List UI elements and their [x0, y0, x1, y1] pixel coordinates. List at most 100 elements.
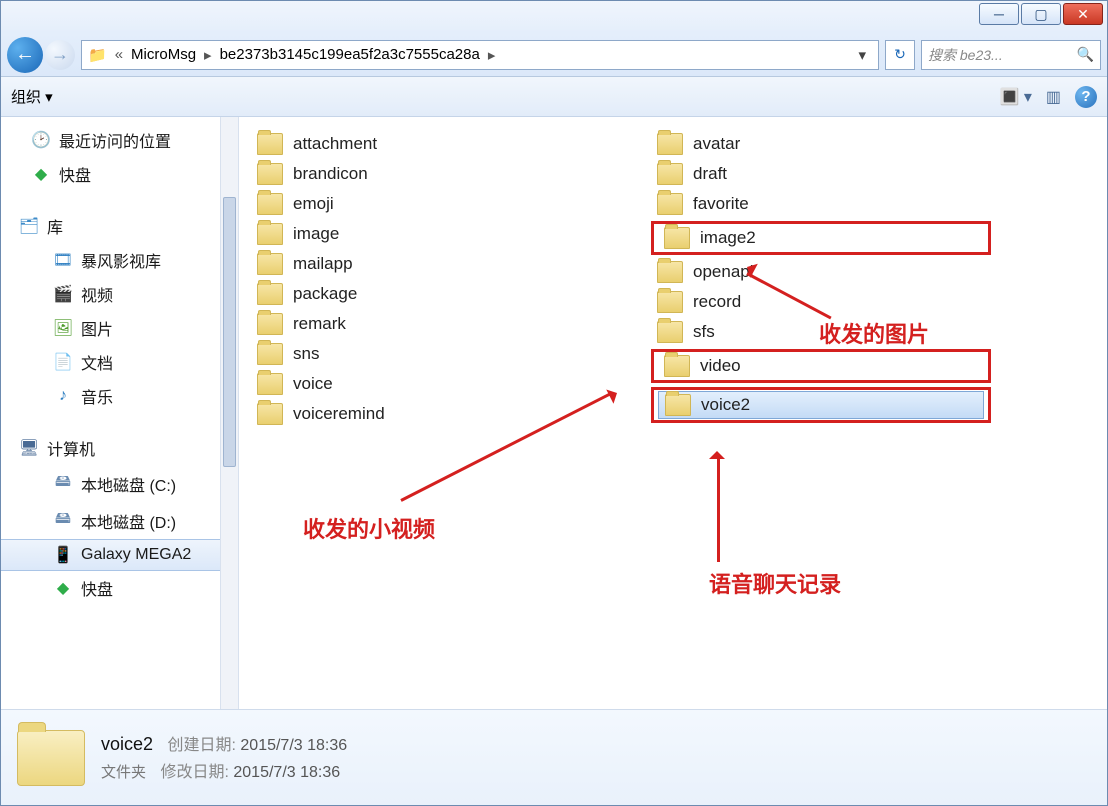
- scrollbar-thumb[interactable]: [223, 197, 236, 467]
- folder-item-image2[interactable]: image2: [658, 225, 984, 251]
- folder-column-1: attachment brandicon emoji image mailapp pack…: [251, 131, 591, 427]
- folder-label: image: [293, 224, 339, 244]
- folder-item-voiceremind[interactable]: voiceremind: [251, 401, 591, 427]
- sidebar-galaxy[interactable]: 📱Galaxy MEGA2: [1, 539, 238, 571]
- libraries-icon: 🗂: [19, 216, 39, 236]
- drive-icon: 🖴: [53, 470, 73, 497]
- folder-item-remark[interactable]: remark: [251, 311, 591, 337]
- folder-icon: [257, 193, 283, 215]
- details-modified-label: 修改日期:: [160, 764, 228, 781]
- arrow-head-icon: [709, 443, 725, 459]
- sidebar-scrollbar[interactable]: [220, 117, 238, 709]
- search-placeholder: 搜索 be23...: [928, 45, 1003, 65]
- nav-sidebar: 🕑最近访问的位置 ◆快盘 🗂库 🎞暴风影视库 🎬视频 🖼图片 📄文档 ♪音乐 🖥…: [1, 117, 239, 709]
- folder-label: attachment: [293, 134, 377, 154]
- folder-item-mailapp[interactable]: mailapp: [251, 251, 591, 277]
- breadcrumb-sep: ▸: [488, 46, 496, 64]
- minimize-button[interactable]: ─: [979, 3, 1019, 25]
- folder-icon: [257, 133, 283, 155]
- organize-menu[interactable]: 组织 ▾: [11, 86, 53, 107]
- folder-item-brandicon[interactable]: brandicon: [251, 161, 591, 187]
- preview-pane-button[interactable]: ▥: [1046, 87, 1061, 107]
- folder-item-package[interactable]: package: [251, 281, 591, 307]
- folder-item-voice2[interactable]: voice2: [658, 391, 984, 419]
- folder-item-draft[interactable]: draft: [651, 161, 991, 187]
- folder-item-sns[interactable]: sns: [251, 341, 591, 367]
- sidebar-kuaipan2[interactable]: ◆快盘: [1, 571, 238, 605]
- folder-item-sfs[interactable]: sfs: [651, 319, 991, 345]
- folder-item-openapi[interactable]: openapi: [651, 259, 991, 285]
- annotation-voicechat-label: 语音聊天记录: [709, 567, 841, 599]
- sidebar-computer[interactable]: 🖥计算机: [1, 431, 238, 465]
- folder-item-voice[interactable]: voice: [251, 371, 591, 397]
- nav-back-button[interactable]: ←: [7, 37, 43, 73]
- folder-item-emoji[interactable]: emoji: [251, 191, 591, 217]
- folder-item-image[interactable]: image: [251, 221, 591, 247]
- folder-label: avatar: [693, 134, 740, 154]
- device-icon: 📱: [53, 545, 73, 565]
- folder-item-avatar[interactable]: avatar: [651, 131, 991, 157]
- folder-column-2: avatar draft favorite image2 openapi record sf…: [651, 131, 991, 427]
- sidebar-recent[interactable]: 🕑最近访问的位置: [1, 123, 238, 157]
- details-pane: voice2 创建日期: 2015/7/3 18:36 文件夹 修改日期: 20…: [1, 709, 1107, 805]
- annotation-redbox: voice2: [651, 387, 991, 423]
- breadcrumb-hash[interactable]: be2373b3145c199ea5f2a3c7555ca28a: [220, 46, 480, 63]
- annotation-arrow: [717, 457, 720, 562]
- sidebar-pictures[interactable]: 🖼图片: [1, 311, 238, 345]
- folder-icon: [257, 313, 283, 335]
- details-created-label: 创建日期:: [167, 737, 235, 754]
- search-icon[interactable]: 🔍: [1077, 46, 1094, 63]
- sidebar-drive-c[interactable]: 🖴本地磁盘 (C:): [1, 465, 238, 502]
- sidebar-music[interactable]: ♪音乐: [1, 379, 238, 413]
- music-icon: ♪: [53, 387, 73, 405]
- annotation-smallvideo-label: 收发的小视频: [303, 512, 435, 544]
- folder-label: package: [293, 284, 357, 304]
- address-dropdown[interactable]: ▾: [852, 46, 872, 64]
- sidebar-docs[interactable]: 📄文档: [1, 345, 238, 379]
- maximize-button[interactable]: ▢: [1021, 3, 1061, 25]
- help-button[interactable]: ?: [1075, 86, 1097, 108]
- folder-icon: [657, 291, 683, 313]
- sidebar-libraries[interactable]: 🗂库: [1, 209, 238, 243]
- video-lib-icon: 🎞: [53, 250, 73, 270]
- details-meta: voice2 创建日期: 2015/7/3 18:36 文件夹 修改日期: 20…: [101, 729, 347, 787]
- folder-label: sns: [293, 344, 319, 364]
- folder-icon: [257, 343, 283, 365]
- refresh-button[interactable]: ↻: [885, 40, 915, 70]
- folder-item-video[interactable]: video: [658, 353, 984, 379]
- sidebar-drive-d[interactable]: 🖴本地磁盘 (D:): [1, 502, 238, 539]
- folder-icon: [657, 193, 683, 215]
- details-type: 文件夹: [101, 764, 146, 781]
- folder-icon: [664, 227, 690, 249]
- folder-item-attachment[interactable]: attachment: [251, 131, 591, 157]
- address-bar[interactable]: 📁 « MicroMsg ▸ be2373b3145c199ea5f2a3c75…: [81, 40, 879, 70]
- content-area: 🕑最近访问的位置 ◆快盘 🗂库 🎞暴风影视库 🎬视频 🖼图片 📄文档 ♪音乐 🖥…: [1, 117, 1107, 709]
- folder-icon: [664, 355, 690, 377]
- folder-label: brandicon: [293, 164, 368, 184]
- folder-label: remark: [293, 314, 346, 334]
- folder-item-record[interactable]: record: [651, 289, 991, 315]
- details-name: voice2: [101, 734, 153, 754]
- view-options-button[interactable]: 🔳 ▾: [999, 87, 1031, 107]
- folder-icon: [257, 253, 283, 275]
- nav-forward-button[interactable]: →: [45, 40, 75, 70]
- folder-label: voiceremind: [293, 404, 385, 424]
- details-modified-value: 2015/7/3 18:36: [233, 764, 340, 781]
- toolbar: 组织 ▾ 🔳 ▾ ▥ ?: [1, 77, 1107, 117]
- annotation-redbox: image2: [651, 221, 991, 255]
- sidebar-videos[interactable]: 🎬视频: [1, 277, 238, 311]
- pictures-icon: 🖼: [53, 318, 73, 338]
- folder-icon: [257, 283, 283, 305]
- sidebar-kuaipan[interactable]: ◆快盘: [1, 157, 238, 191]
- breadcrumb-prefix: «: [115, 46, 123, 63]
- folder-label: video: [700, 356, 741, 376]
- breadcrumb-micromsg[interactable]: MicroMsg: [131, 46, 196, 63]
- close-button[interactable]: ✕: [1063, 3, 1103, 25]
- sidebar-baofeng[interactable]: 🎞暴风影视库: [1, 243, 238, 277]
- folder-large-icon: [17, 730, 85, 786]
- kuaipan-icon: ◆: [53, 578, 73, 598]
- folder-item-favorite[interactable]: favorite: [651, 191, 991, 217]
- folder-label: mailapp: [293, 254, 353, 274]
- search-box[interactable]: 搜索 be23... 🔍: [921, 40, 1101, 70]
- folder-label: openapi: [693, 262, 754, 282]
